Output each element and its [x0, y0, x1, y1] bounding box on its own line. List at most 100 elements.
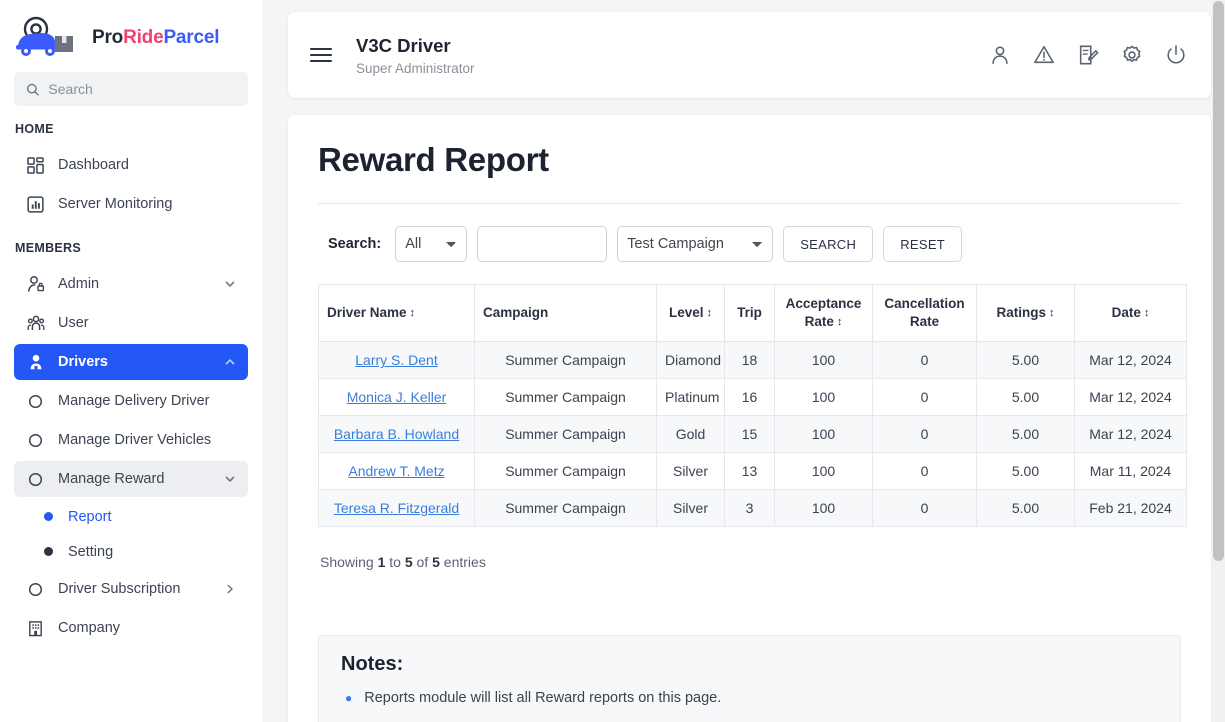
sidebar-section-home: HOME — [15, 122, 54, 136]
cell-acceptance-rate: 100 — [774, 415, 873, 454]
cell-level: Platinum — [656, 378, 725, 417]
topbar-actions — [989, 44, 1187, 66]
search-button[interactable]: SEARCH — [783, 226, 874, 262]
sidebar-subitem-report[interactable]: Report — [38, 500, 248, 533]
sort-icon[interactable]: ↕ — [410, 308, 416, 319]
table-body: Larry S. Dent Summer Campaign Diamond 18… — [318, 341, 1187, 528]
driver-link[interactable]: Andrew T. Metz — [348, 463, 444, 479]
sidebar-item-server-monitoring[interactable]: Server Monitoring — [14, 186, 248, 222]
column-level[interactable]: Level ↕ — [656, 283, 725, 343]
notes-list-item: ● Reports module will list all Reward re… — [345, 690, 1158, 706]
cell-campaign: Summer Campaign — [474, 415, 657, 454]
bullet-dot-icon — [44, 547, 53, 556]
column-campaign[interactable]: Campaign — [474, 283, 657, 343]
cell-ratings: 5.00 — [976, 489, 1075, 528]
table-row: Barbara B. Howland Summer Campaign Gold … — [318, 415, 1187, 454]
sidebar-item-driver-subscription[interactable]: Driver Subscription — [14, 571, 248, 607]
sidebar-item-admin[interactable]: Admin — [14, 266, 248, 302]
showing-prefix: Showing — [320, 554, 378, 571]
notes-heading: Notes: — [341, 653, 404, 676]
search-scope-select[interactable]: All — [395, 226, 468, 262]
column-ratings[interactable]: Ratings ↕ — [976, 283, 1075, 343]
cell-driver-name: Larry S. Dent — [318, 341, 475, 380]
cell-campaign: Summer Campaign — [474, 378, 657, 417]
settings-gear-icon[interactable] — [1121, 44, 1143, 66]
campaign-select[interactable]: Test Campaign — [617, 226, 774, 262]
page-scrollbar[interactable] — [1212, 0, 1225, 722]
sidebar-item-label: Driver Subscription — [58, 581, 181, 597]
sidebar-item-label: Company — [58, 620, 121, 636]
cell-trip: 16 — [724, 378, 775, 417]
cell-cancellation-rate: 0 — [872, 452, 977, 491]
column-label: Date — [1111, 305, 1141, 321]
user-profile-icon[interactable] — [989, 44, 1011, 66]
hamburger-menu-icon[interactable] — [310, 44, 332, 66]
cell-acceptance-rate: 100 — [774, 452, 873, 491]
notes-panel: Notes: ● Reports module will list all Re… — [318, 635, 1181, 722]
cell-date: Mar 12, 2024 — [1074, 378, 1187, 417]
cell-acceptance-rate: 100 — [774, 489, 873, 528]
scrollbar-thumb[interactable] — [1213, 1, 1224, 561]
column-acceptance-rate[interactable]: Acceptance Rate ↕ — [774, 283, 873, 343]
notes-list: ● Reports module will list all Reward re… — [345, 690, 1158, 706]
cell-cancellation-rate: 0 — [872, 489, 977, 528]
sidebar-subitem-label: Report — [68, 508, 112, 525]
search-query-input[interactable] — [477, 226, 608, 262]
sidebar-subitem-label: Setting — [68, 543, 114, 560]
sort-icon[interactable]: ↕ — [707, 308, 713, 319]
driver-link[interactable]: Teresa R. Fitzgerald — [334, 500, 459, 516]
top-bar: V3C Driver Super Administrator — [288, 12, 1211, 98]
cell-driver-name: Barbara B. Howland — [318, 415, 475, 454]
driver-link[interactable]: Larry S. Dent — [355, 352, 437, 368]
cell-campaign: Summer Campaign — [474, 489, 657, 528]
column-label: Driver Name — [327, 305, 407, 321]
brand-ride: Ride — [123, 27, 164, 48]
sidebar-search-input[interactable] — [48, 81, 236, 97]
sidebar-item-dashboard[interactable]: Dashboard — [14, 147, 248, 183]
cell-trip: 15 — [724, 415, 775, 454]
edit-document-icon[interactable] — [1077, 44, 1099, 66]
sidebar-item-company[interactable]: Company — [14, 610, 248, 646]
chevron-down-icon[interactable] — [224, 473, 236, 485]
circle-outline-icon — [26, 392, 45, 411]
sort-icon[interactable]: ↕ — [1049, 308, 1055, 319]
reset-button[interactable]: RESET — [883, 226, 963, 262]
cell-ratings: 5.00 — [976, 341, 1075, 380]
sidebar-search[interactable] — [14, 72, 248, 106]
building-icon — [26, 619, 45, 638]
cell-cancellation-rate: 0 — [872, 378, 977, 417]
column-trip[interactable]: Trip — [724, 283, 775, 343]
sidebar-item-drivers[interactable]: Drivers — [14, 344, 248, 380]
driver-link[interactable]: Barbara B. Howland — [334, 426, 459, 442]
chevron-up-icon[interactable] — [224, 356, 236, 368]
power-logout-icon[interactable] — [1165, 44, 1187, 66]
sort-icon[interactable]: ↕ — [1144, 308, 1150, 319]
column-cancellation-rate[interactable]: Cancellation Rate — [872, 283, 977, 343]
cell-cancellation-rate: 0 — [872, 415, 977, 454]
chevron-right-icon[interactable] — [224, 583, 236, 595]
bullet-dot-icon — [44, 512, 53, 521]
column-driver-name[interactable]: Driver Name ↕ — [318, 283, 475, 343]
warning-triangle-icon[interactable] — [1033, 44, 1055, 66]
sidebar-item-manage-delivery-driver[interactable]: Manage Delivery Driver — [14, 383, 248, 419]
cell-date: Mar 11, 2024 — [1074, 452, 1187, 491]
column-label: Cancellation Rate — [884, 296, 965, 330]
sidebar-subitem-setting[interactable]: Setting — [38, 535, 248, 568]
sidebar-item-manage-driver-vehicles[interactable]: Manage Driver Vehicles — [14, 422, 248, 458]
sidebar-item-user[interactable]: User — [14, 305, 248, 341]
sort-icon[interactable]: ↕ — [837, 317, 843, 328]
column-label: Campaign — [483, 305, 549, 321]
brand-logo[interactable]: ProRideParcel — [0, 0, 262, 66]
column-label: Ratings — [996, 305, 1046, 321]
column-label: Acceptance Rate — [785, 296, 862, 330]
topbar-titles: V3C Driver Super Administrator — [356, 34, 475, 75]
sidebar: ProRideParcel HOME Dashboard — [0, 0, 262, 722]
column-date[interactable]: Date ↕ — [1074, 283, 1187, 343]
topbar-title: V3C Driver — [356, 35, 451, 57]
sidebar-section-members: MEMBERS — [15, 241, 81, 255]
sidebar-item-manage-reward[interactable]: Manage Reward — [14, 461, 248, 497]
circle-outline-icon — [26, 470, 45, 489]
sidebar-item-label: Manage Driver Vehicles — [58, 432, 212, 448]
chevron-down-icon[interactable] — [224, 278, 236, 290]
driver-link[interactable]: Monica J. Keller — [347, 389, 447, 405]
